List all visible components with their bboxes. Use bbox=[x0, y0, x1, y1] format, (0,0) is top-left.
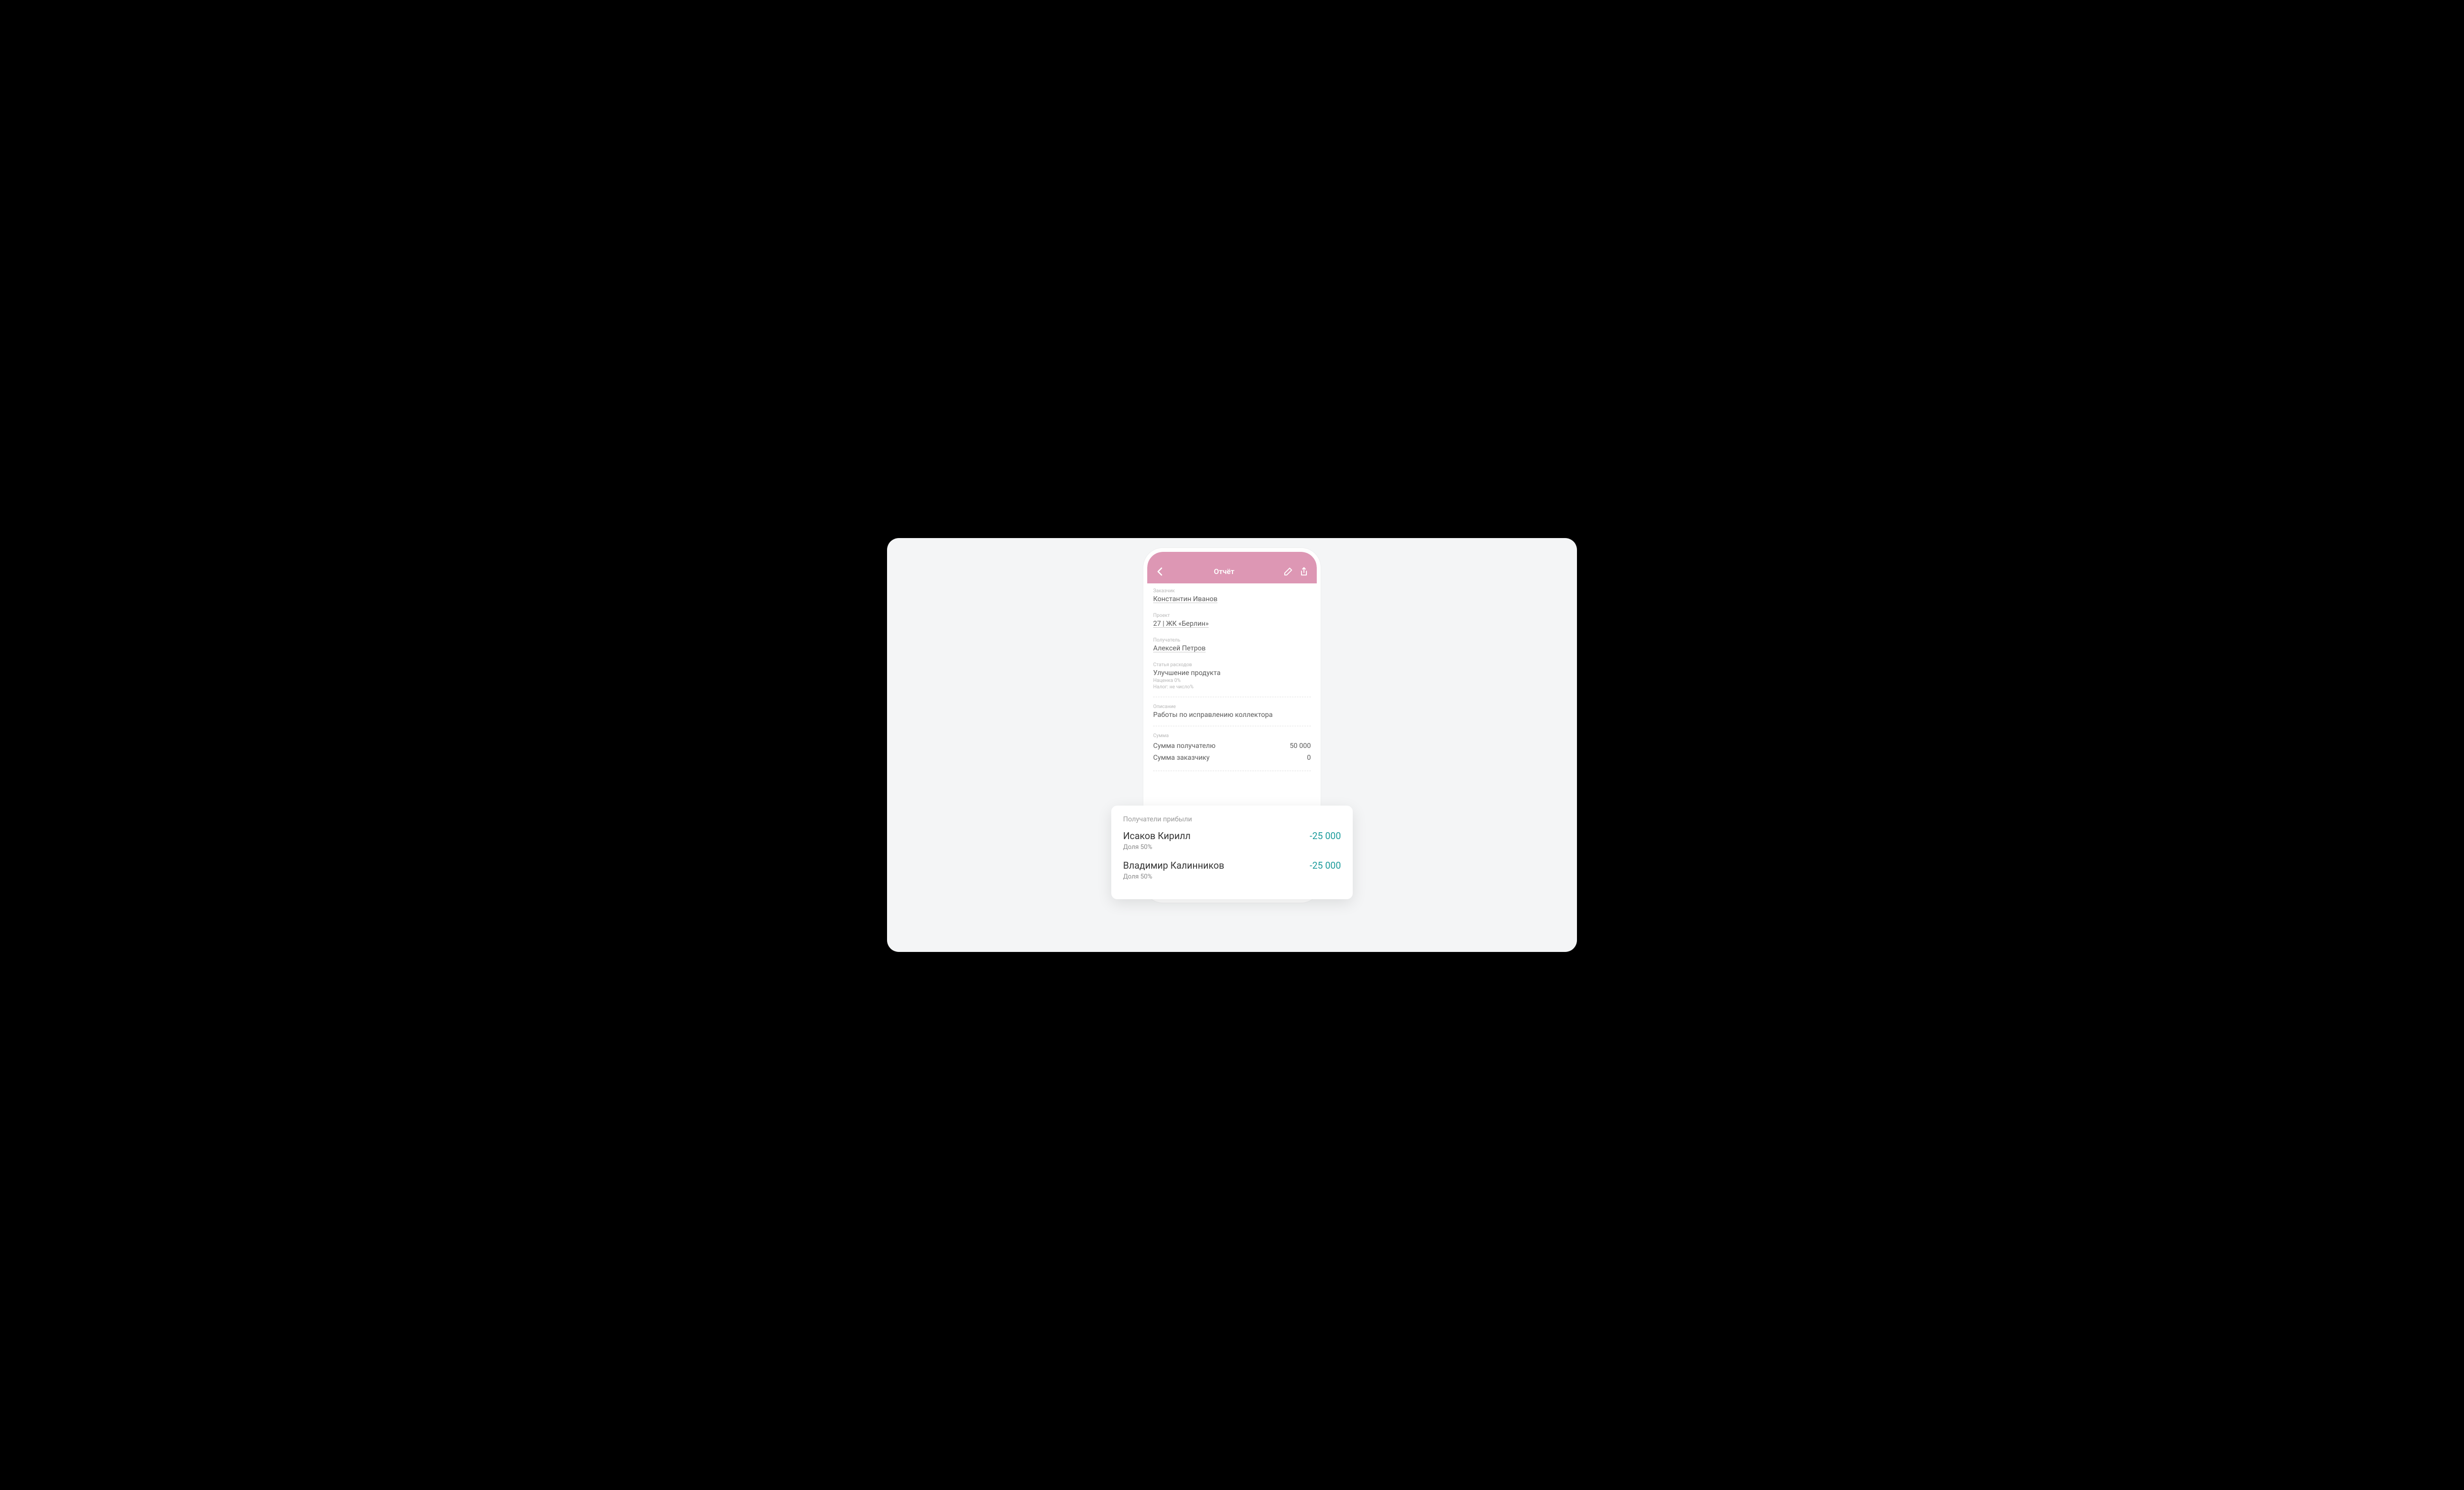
recipient-name: Владимир Калинников bbox=[1123, 860, 1224, 871]
project-field: Проект 27 | ЖК «Берлин» bbox=[1153, 608, 1311, 633]
recipient-share: Доля 50% bbox=[1123, 844, 1341, 851]
expense-label: Статья расходов bbox=[1153, 662, 1311, 668]
expense-tax: Налог: не число% bbox=[1153, 684, 1311, 690]
expense-field: Статья расходов Улучшение продукта Нацен… bbox=[1153, 657, 1311, 695]
page-title: Отчёт bbox=[1165, 567, 1283, 576]
recipient-row: Исаков Кирилл -25 000 Доля 50% bbox=[1123, 830, 1341, 851]
amount-to-customer-label: Сумма заказчику bbox=[1153, 754, 1210, 762]
amount-to-recipient-row: Сумма получателю 50 000 bbox=[1153, 740, 1311, 752]
amount-to-recipient-label: Сумма получателю bbox=[1153, 742, 1216, 750]
profit-recipients-title: Получатели прибыли bbox=[1123, 815, 1341, 823]
recipient-row: Владимир Калинников -25 000 Доля 50% bbox=[1123, 860, 1341, 880]
app-header: Отчёт bbox=[1147, 552, 1317, 583]
header-actions bbox=[1283, 567, 1309, 576]
profit-recipients-card: Получатели прибыли Исаков Кирилл -25 000… bbox=[1111, 806, 1353, 899]
back-icon[interactable] bbox=[1155, 567, 1165, 576]
canvas: Отчёт Заказчик Константин Иванов bbox=[887, 538, 1577, 952]
amount-field: Сумма Сумма получателю 50 000 Сумма зака… bbox=[1153, 728, 1311, 769]
recipient-amount: -25 000 bbox=[1310, 830, 1341, 842]
recipient-share: Доля 50% bbox=[1123, 873, 1341, 880]
recipient-label: Получатель bbox=[1153, 638, 1311, 643]
recipient-name: Исаков Кирилл bbox=[1123, 830, 1191, 842]
amount-label: Сумма bbox=[1153, 733, 1311, 739]
recipient-field: Получатель Алексей Петров bbox=[1153, 633, 1311, 657]
description-label: Описание bbox=[1153, 704, 1311, 710]
customer-label: Заказчик bbox=[1153, 588, 1311, 594]
description-value: Работы по исправлению коллектора bbox=[1153, 711, 1311, 719]
amount-to-customer-value: 0 bbox=[1307, 754, 1311, 762]
recipient-amount: -25 000 bbox=[1310, 860, 1341, 871]
recipient-value[interactable]: Алексей Петров bbox=[1153, 644, 1311, 652]
expense-markup: Наценка 0% bbox=[1153, 678, 1311, 683]
description-field: Описание Работы по исправлению коллектор… bbox=[1153, 699, 1311, 724]
edit-icon[interactable] bbox=[1283, 567, 1293, 576]
expense-value: Улучшение продукта bbox=[1153, 669, 1311, 677]
customer-value[interactable]: Константин Иванов bbox=[1153, 595, 1311, 603]
recipient-header: Исаков Кирилл -25 000 bbox=[1123, 830, 1341, 842]
project-value[interactable]: 27 | ЖК «Берлин» bbox=[1153, 620, 1311, 628]
customer-field: Заказчик Константин Иванов bbox=[1153, 583, 1311, 608]
amount-to-customer-row: Сумма заказчику 0 bbox=[1153, 752, 1311, 764]
share-icon[interactable] bbox=[1299, 567, 1309, 576]
amount-to-recipient-value: 50 000 bbox=[1290, 742, 1311, 750]
recipient-header: Владимир Калинников -25 000 bbox=[1123, 860, 1341, 871]
project-label: Проект bbox=[1153, 613, 1311, 618]
